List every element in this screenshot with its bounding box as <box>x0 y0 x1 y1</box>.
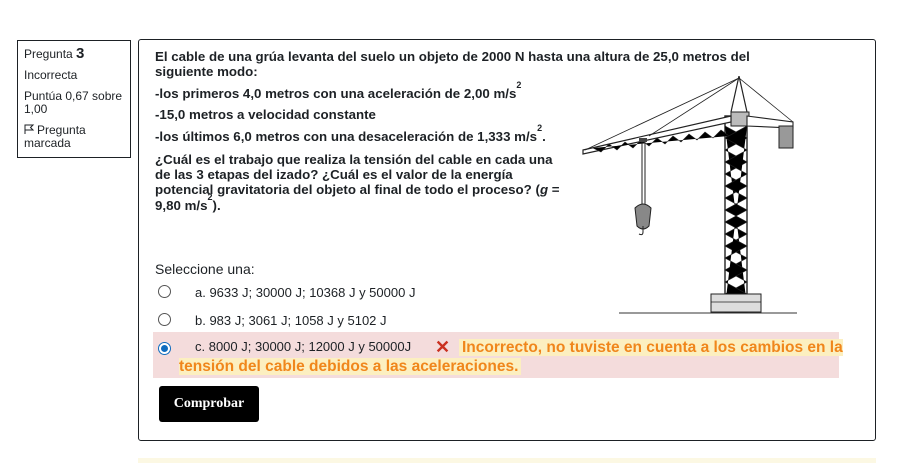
radio-button-checked[interactable] <box>158 342 171 355</box>
question-info-panel: Pregunta 3 Incorrecta Puntúa 0,67 sobre … <box>17 40 131 158</box>
stage-3: -los últimos 6,0 metros con una desacele… <box>155 123 546 145</box>
radio-button[interactable] <box>158 313 171 326</box>
question-content: El cable de una grúa levanta del suelo u… <box>138 39 876 441</box>
radio-button[interactable] <box>158 285 171 298</box>
question-ask: ¿Cuál es el trabajo que realiza la tensi… <box>155 152 560 213</box>
flag-question-link[interactable]: Pregunta marcada <box>24 124 124 150</box>
option-label: a. 9633 J; 30000 J; 10368 J y 50000 J <box>195 285 416 300</box>
option-label: b. 983 J; 3061 J; 1058 J y 5102 J <box>195 313 387 328</box>
answer-feedback: Incorrecto, no tuviste en cuenta a los c… <box>179 339 843 375</box>
check-button[interactable]: Comprobar <box>159 386 259 422</box>
question-grade: Puntúa 0,67 sobre 1,00 <box>24 89 123 116</box>
question-state: Incorrecta <box>24 68 78 82</box>
question-number: Pregunta 3 <box>24 45 85 62</box>
answer-option-b[interactable]: b. 983 J; 3061 J; 1058 J y 5102 J <box>153 311 839 331</box>
question-intro: El cable de una grúa levanta del suelo u… <box>155 49 750 79</box>
flag-icon <box>24 124 35 134</box>
next-section-edge <box>138 458 876 463</box>
select-one-label: Seleccione una: <box>155 261 255 277</box>
answer-option-a[interactable]: a. 9633 J; 30000 J; 10368 J y 50000 J <box>153 283 839 303</box>
answer-option-c-selected[interactable]: c. 8000 J; 30000 J; 12000 J y 50000J ✕ I… <box>153 332 843 378</box>
crane-image <box>582 76 797 314</box>
